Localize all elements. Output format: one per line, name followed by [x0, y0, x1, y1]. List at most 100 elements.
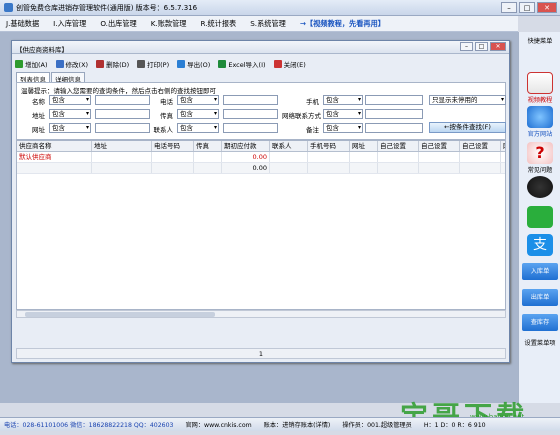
toolbar-label: 关闭(E)	[283, 60, 306, 69]
menu-inbound[interactable]: I.入库管理	[53, 19, 86, 29]
column-header[interactable]: 自己设置	[419, 141, 460, 151]
wechat-shortcut[interactable]	[519, 206, 560, 229]
phone-label: 电话	[160, 98, 173, 106]
column-header[interactable]: 手机号码	[308, 141, 350, 151]
qq-shortcut[interactable]	[519, 176, 560, 199]
quick-menu-sidebar: 快捷菜单 视频教程 官方网站 ? 常见问题 支 入库单 出库单 查库存 设置菜单…	[518, 32, 560, 403]
contact-method-input[interactable]	[365, 109, 423, 119]
menu-reports[interactable]: R.统计报表	[200, 19, 236, 29]
column-header[interactable]: 联系人	[270, 141, 308, 151]
app-logo-icon	[4, 3, 13, 12]
wechat-icon	[527, 206, 553, 228]
edit-button[interactable]: 修改(X)	[55, 59, 88, 69]
alipay-shortcut[interactable]: 支	[519, 234, 560, 257]
set-menu-items-link[interactable]: 设置菜单项	[519, 338, 560, 347]
table-header: 供应商名称 地址 电话号码 传真 期初应付款 联系人 手机号码 网址 自己设置 …	[17, 141, 505, 152]
dialog-maximize-button[interactable]: □	[475, 42, 488, 51]
globe-icon	[177, 59, 186, 68]
faq-shortcut[interactable]: ? 常见问题	[519, 142, 560, 174]
add-button[interactable]: 增加(A)	[15, 59, 48, 69]
minimize-button[interactable]: –	[501, 2, 517, 13]
excel-import-button[interactable]: Excel导入(I)	[218, 59, 266, 69]
page-number[interactable]: 1	[259, 350, 263, 358]
toolbar-label: 删除(D)	[106, 60, 130, 69]
contact-match-select[interactable]: 包含	[177, 123, 219, 133]
name-label: 名称	[32, 98, 45, 106]
check-stock-button[interactable]: 查库存	[522, 314, 558, 331]
column-header[interactable]: 地址	[92, 141, 152, 151]
contact-method-label: 网络联系方式	[282, 112, 321, 120]
name-match-select[interactable]: 包含	[49, 95, 91, 105]
phone-input[interactable]	[223, 95, 278, 105]
column-header[interactable]: 自己设置	[378, 141, 419, 151]
menu-outbound[interactable]: O.出库管理	[100, 19, 136, 29]
contact-label: 联系人	[153, 126, 174, 134]
inbound-order-button[interactable]: 入库单	[522, 263, 558, 280]
delete-button[interactable]: 删除(D)	[96, 59, 129, 69]
outbound-order-button[interactable]: 出库单	[522, 289, 558, 306]
status-counters: H：1 D：0 R：6 910	[423, 422, 486, 429]
contact-method-match-select[interactable]: 包含	[323, 109, 363, 119]
column-header[interactable]: 期初应付款	[222, 141, 270, 151]
column-header[interactable]: 自己设置	[460, 141, 501, 151]
fax-input[interactable]	[223, 109, 278, 119]
contact-input[interactable]	[223, 123, 278, 133]
search-form: 温馨提示：请输入您需要的查询条件，然后点击右侧的查找按钮即可 名称 包含 电话 …	[16, 82, 506, 140]
qq-icon	[527, 176, 553, 198]
scrollbar-thumb[interactable]	[25, 312, 215, 317]
print-button[interactable]: 打印(P)	[137, 59, 169, 69]
remark-input[interactable]	[365, 123, 423, 133]
maximize-button[interactable]: □	[519, 2, 535, 13]
url-input[interactable]	[95, 123, 150, 133]
status-filter-select[interactable]: 只显示未停用的	[429, 95, 506, 105]
remark-match-select[interactable]: 包含	[323, 123, 363, 133]
official-site: 官网：www.cnkis.com	[185, 422, 252, 429]
operator: 操作员：001.超级管理员	[342, 422, 412, 429]
pencil-icon	[55, 59, 64, 68]
table-total-row: 0.00	[17, 163, 505, 174]
column-header[interactable]: 传真	[194, 141, 222, 151]
supplier-dialog: 【供应商资料库】 – □ ✕ 增加(A) 修改(X) 删除(D) 打印(P) 导出(O)…	[11, 40, 510, 363]
status-bar: 电话：028-61101006 微信：18628822218 QQ：402603…	[0, 417, 560, 431]
column-header[interactable]: 供应商名称	[17, 141, 92, 151]
official-site-shortcut[interactable]: 官方网站	[519, 106, 560, 138]
url-match-select[interactable]: 包含	[49, 123, 91, 133]
toolbar-label: 导出(O)	[187, 60, 211, 69]
video-tutorial-link[interactable]: →【视频教程，先看再用】	[300, 19, 385, 29]
address-match-select[interactable]: 包含	[49, 109, 91, 119]
column-header[interactable]: 电话号码	[152, 141, 194, 151]
menu-accounts[interactable]: K.账款管理	[151, 19, 187, 29]
ie-browser-icon	[527, 106, 553, 128]
mobile-label: 手机	[306, 98, 319, 106]
fax-match-select[interactable]: 包含	[177, 109, 219, 119]
video-tutorial-shortcut[interactable]: 视频教程	[519, 72, 560, 104]
menu-system[interactable]: S.系统管理	[250, 19, 286, 29]
pager: 1	[16, 348, 506, 359]
toolbar-label: 增加(A)	[25, 60, 48, 69]
dialog-close-button[interactable]: ✕	[490, 42, 506, 51]
address-input[interactable]	[95, 109, 150, 119]
column-header[interactable]: 网址	[350, 141, 378, 151]
dialog-minimize-button[interactable]: –	[460, 42, 473, 51]
table-row[interactable]: 默认供应商 0.00	[17, 152, 505, 163]
close-button[interactable]: 关闭(E)	[273, 59, 306, 69]
window-close-button[interactable]: ✕	[537, 2, 557, 13]
dialog-title-bar: 【供应商资料库】 – □ ✕	[12, 41, 509, 54]
printer-icon	[137, 59, 146, 68]
total-payable-cell: 0.00	[222, 163, 270, 173]
menu-basic-data[interactable]: J.基础数据	[6, 19, 39, 29]
horizontal-scrollbar[interactable]	[16, 310, 506, 318]
search-hint: 温馨提示：请输入您需要的查询条件，然后点击右侧的查找按钮即可	[21, 87, 216, 95]
export-button[interactable]: 导出(O)	[177, 59, 210, 69]
plus-icon	[15, 59, 23, 68]
column-header[interactable]: 网	[501, 141, 505, 151]
minus-icon	[96, 59, 105, 68]
supplier-table: 供应商名称 地址 电话号码 传真 期初应付款 联系人 手机号码 网址 自己设置 …	[16, 140, 506, 310]
video-icon	[527, 72, 553, 94]
find-button[interactable]: ←按条件查找(F)	[429, 122, 506, 133]
excel-icon	[218, 59, 227, 68]
mobile-input[interactable]	[365, 95, 423, 105]
phone-match-select[interactable]: 包含	[177, 95, 219, 105]
mobile-match-select[interactable]: 包含	[323, 95, 363, 105]
name-input[interactable]	[95, 95, 150, 105]
